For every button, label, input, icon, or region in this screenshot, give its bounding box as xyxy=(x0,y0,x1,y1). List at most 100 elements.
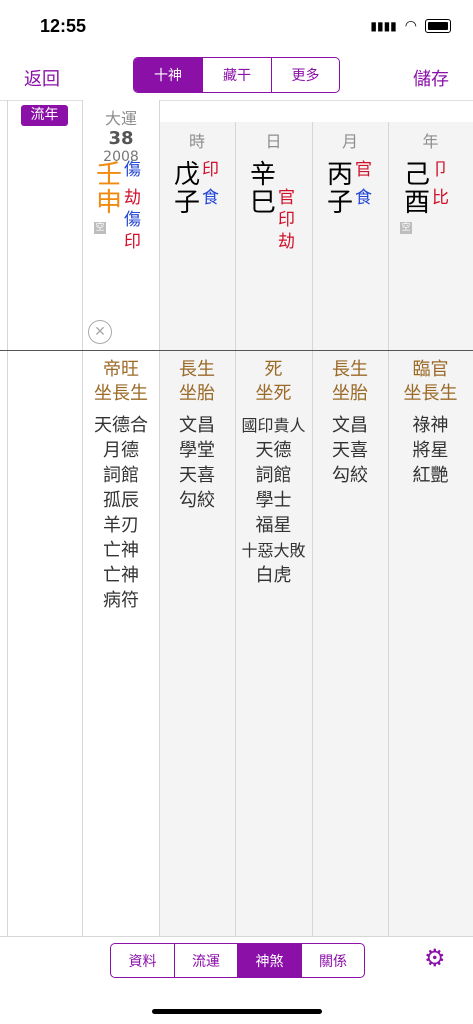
pillar-header-hour: 時 xyxy=(188,132,205,151)
list-item: 紅艷 xyxy=(412,465,449,486)
status-time: 12:55 xyxy=(40,16,87,36)
segment-canggan[interactable]: 藏干 xyxy=(202,58,271,92)
col-line xyxy=(388,122,389,936)
list-item: 詞館 xyxy=(103,465,139,486)
status-text: 坐死 xyxy=(255,383,292,404)
status-text: 死 xyxy=(264,359,283,380)
dayun-branch: 申 xyxy=(96,188,123,218)
list-item: 國印貴人 xyxy=(241,416,306,435)
list-item: 亡神 xyxy=(103,540,139,561)
list-item: 學士 xyxy=(255,490,292,511)
status-text: 坐胎 xyxy=(179,383,215,404)
list-item: 學堂 xyxy=(179,440,215,461)
list-item: 將星 xyxy=(412,440,449,461)
day-status: 死坐死 xyxy=(235,358,312,406)
list-item: 勾絞 xyxy=(332,465,368,486)
list-item: 亡神 xyxy=(103,565,139,586)
liunian-badge[interactable]: 流年 xyxy=(21,105,68,126)
close-icon[interactable]: ✕ xyxy=(88,320,112,344)
list-item: 勾絞 xyxy=(179,490,215,511)
status-text: 帝旺 xyxy=(103,359,139,380)
month-stem-god: 官 xyxy=(355,160,372,180)
list-item: 白虎 xyxy=(255,565,292,586)
status-text: 坐胎 xyxy=(332,383,368,404)
tab-relations[interactable]: 關係 xyxy=(301,944,364,977)
dayun-branch-god-3: 印 xyxy=(124,232,141,252)
tab-liuyun[interactable]: 流運 xyxy=(174,944,237,977)
list-item: 月德 xyxy=(103,440,139,461)
month-stem: 丙 xyxy=(327,160,354,190)
header-divider xyxy=(0,100,473,101)
pillar-header-year: 年 xyxy=(422,132,439,151)
list-item: 天德合 xyxy=(94,415,148,436)
day-branch-god-2: 印 xyxy=(278,210,295,230)
list-item: 天喜 xyxy=(332,440,368,461)
list-item: 十惡大敗 xyxy=(241,541,306,560)
list-item: 文昌 xyxy=(179,415,215,436)
year-branch: 酉 xyxy=(404,188,431,218)
list-item: 文昌 xyxy=(332,415,368,436)
list-item: 天喜 xyxy=(179,465,215,486)
battery-icon xyxy=(425,19,451,33)
tab-data[interactable]: 資料 xyxy=(111,944,174,977)
month-branch: 子 xyxy=(327,188,354,218)
day-branch-god-1: 官 xyxy=(278,188,295,208)
status-text: 長生 xyxy=(332,359,368,380)
back-button[interactable]: 返回 xyxy=(24,65,60,91)
tab-shensha[interactable]: 神煞 xyxy=(237,944,301,977)
day-stem: 辛 xyxy=(250,160,277,190)
list-item: 天德 xyxy=(255,440,292,461)
hour-branch-god: 食 xyxy=(202,188,219,208)
bottom-divider xyxy=(0,936,473,937)
day-branch-god-3: 劫 xyxy=(278,232,295,252)
pillar-header-month: 月 xyxy=(341,132,358,151)
section-divider xyxy=(0,350,473,351)
list-item: 福星 xyxy=(255,515,292,536)
dayun-status: 帝旺 坐長生 xyxy=(83,358,159,406)
hour-stem-god: 印 xyxy=(202,160,219,180)
list-item: 詞館 xyxy=(255,465,292,486)
list-item: 孤辰 xyxy=(103,490,139,511)
save-button[interactable]: 儲存 xyxy=(413,65,449,91)
status-text: 長生 xyxy=(179,359,215,380)
hour-branch: 子 xyxy=(174,188,201,218)
bottom-segmented-control: 資料 流運 神煞 關係 xyxy=(110,943,365,978)
status-text: 坐長生 xyxy=(403,383,458,404)
wifi-icon: ◠ xyxy=(404,18,417,34)
segment-shishen[interactable]: 十神 xyxy=(134,58,202,92)
col-line xyxy=(7,100,8,936)
year-branch-god: 比 xyxy=(432,188,449,208)
home-indicator xyxy=(152,1009,322,1014)
pillars-bg xyxy=(159,122,473,936)
segment-more[interactable]: 更多 xyxy=(271,58,339,92)
signal-icon: ▮▮▮▮ xyxy=(370,19,397,33)
dayun-shensha-list: 天德合 月德 詞館 孤辰 羊刃 亡神 亡神 病符 xyxy=(83,413,159,613)
hour-stem: 戊 xyxy=(174,160,201,190)
dayun-branch-god-2: 傷 xyxy=(124,210,141,230)
hour-shensha-list: 文昌 學堂 天喜 勾絞 xyxy=(159,413,235,513)
list-item: 病符 xyxy=(103,590,139,611)
month-status: 長生 坐胎 xyxy=(312,358,388,406)
dayun-age: 38 xyxy=(108,128,134,149)
month-shensha-list: 文昌 天喜 勾絞 xyxy=(312,413,388,488)
dayun-column[interactable]: 大運 38 2008 xyxy=(83,105,159,165)
view-segmented-control: 十神 藏干 更多 xyxy=(133,57,340,93)
list-item: 羊刃 xyxy=(103,515,139,536)
gear-icon[interactable]: ⚙ xyxy=(424,944,446,972)
kong-badge: 空 xyxy=(400,222,412,234)
dayun-branch-god-1: 劫 xyxy=(124,188,141,208)
year-shensha-list: 祿神 將星 紅艷 xyxy=(388,413,473,488)
year-stem-god: 卩 xyxy=(432,160,449,180)
pillar-header-day: 日 xyxy=(265,132,282,151)
dayun-stem: 壬 xyxy=(96,160,123,190)
day-branch: 巳 xyxy=(250,188,277,218)
month-branch-god: 食 xyxy=(355,188,372,208)
year-stem: 己 xyxy=(404,160,431,190)
list-item: 祿神 xyxy=(412,415,449,436)
col-line xyxy=(312,122,313,936)
status-text: 臨官 xyxy=(412,359,449,380)
hour-status: 長生 坐胎 xyxy=(159,358,235,406)
dayun-header: 大運 xyxy=(104,109,137,128)
col-line xyxy=(159,100,160,936)
status-text: 坐長生 xyxy=(94,383,148,404)
